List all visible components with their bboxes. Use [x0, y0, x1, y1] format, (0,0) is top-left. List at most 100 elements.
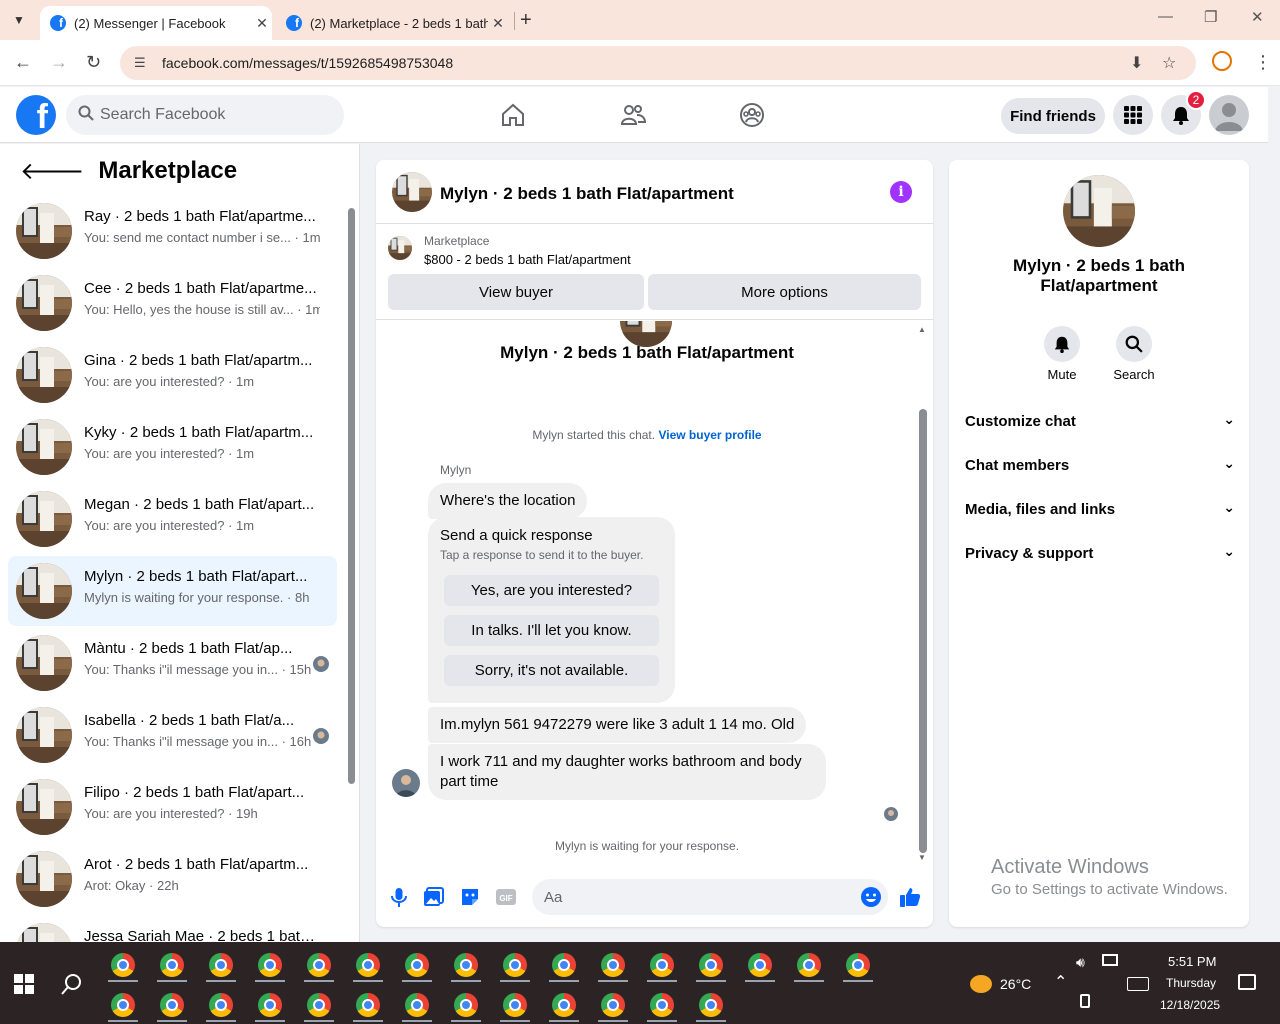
conversation-item[interactable]: Kyky · 2 beds 1 bath Flat/apartm... You: …: [8, 412, 337, 482]
like-thumb-icon[interactable]: [899, 886, 921, 908]
message-bubble[interactable]: Im.mylyn 561 9472279 were like 3 adult 1…: [428, 707, 807, 743]
chrome-taskbar-icon[interactable]: [692, 988, 730, 1022]
tab-marketplace[interactable]: f (2) Marketplace - 2 beds 1 bath ✕: [276, 6, 508, 40]
friends-icon[interactable]: [619, 101, 647, 129]
address-bar[interactable]: ☰ facebook.com/messages/t/15926854987530…: [120, 46, 1196, 80]
account-avatar[interactable]: [1209, 95, 1249, 135]
chevron-down-icon[interactable]: ⌄: [1223, 455, 1235, 472]
page-scrollbar[interactable]: [1268, 87, 1280, 942]
section-customize-chat[interactable]: Customize chat ⌄: [965, 411, 1235, 430]
section-chat-members[interactable]: Chat members ⌄: [965, 455, 1235, 474]
conversation-item[interactable]: Gina · 2 beds 1 bath Flat/apartm... You: …: [8, 340, 337, 410]
chrome-taskbar-icon[interactable]: [398, 948, 436, 982]
view-buyer-button[interactable]: View buyer: [388, 274, 644, 310]
photo-icon[interactable]: [423, 886, 445, 908]
search-icon[interactable]: [1116, 326, 1152, 362]
facebook-logo-icon[interactable]: f: [16, 95, 56, 135]
scrollbar-thumb[interactable]: [919, 409, 927, 853]
message-bubble[interactable]: Where's the location: [428, 483, 588, 519]
chrome-taskbar-icon[interactable]: [545, 988, 583, 1022]
chrome-taskbar-icon[interactable]: [594, 988, 632, 1022]
conversation-item[interactable]: Mylyn · 2 beds 1 bath Flat/apart... Mylyn…: [8, 556, 337, 626]
bookmark-star-icon[interactable]: ☆: [1162, 53, 1176, 73]
chrome-taskbar-icon[interactable]: [300, 988, 338, 1022]
chrome-taskbar-icon[interactable]: [104, 948, 142, 982]
thread-scrollbar[interactable]: ▲ ▼: [917, 321, 929, 867]
profile-icon[interactable]: [1212, 51, 1232, 71]
chevron-down-icon[interactable]: ⌄: [1223, 499, 1235, 516]
find-friends-button[interactable]: Find friends: [1001, 98, 1105, 134]
info-icon[interactable]: i: [890, 181, 912, 203]
sticker-icon[interactable]: [459, 886, 481, 908]
network-icon[interactable]: [1102, 954, 1118, 966]
weather-icon[interactable]: [970, 975, 992, 993]
chevron-down-icon[interactable]: ⌄: [1223, 543, 1235, 560]
details-avatar[interactable]: [1063, 175, 1135, 247]
restore-icon[interactable]: ❐: [1204, 8, 1217, 26]
close-window-icon[interactable]: ✕: [1251, 8, 1264, 26]
tab-search-button[interactable]: ▼: [6, 8, 32, 32]
emoji-icon[interactable]: [860, 886, 882, 908]
show-hidden-icons-icon[interactable]: ⌃: [1054, 972, 1067, 992]
browser-menu-icon[interactable]: ⋮: [1254, 52, 1272, 73]
chat-avatar[interactable]: [392, 172, 432, 212]
chrome-taskbar-icon[interactable]: [251, 948, 289, 982]
chrome-taskbar-icon[interactable]: [153, 988, 191, 1022]
chrome-taskbar-icon[interactable]: [202, 948, 240, 982]
quick-reply-button[interactable]: In talks. I'll let you know.: [444, 615, 659, 646]
conversation-scrollbar[interactable]: [347, 196, 356, 938]
quick-reply-button[interactable]: Yes, are you interested?: [444, 575, 659, 606]
chrome-taskbar-icon[interactable]: [594, 948, 632, 982]
tab-close-icon[interactable]: ✕: [488, 15, 508, 32]
conversation-item[interactable]: Arot · 2 beds 1 bath Flat/apartm... Arot:…: [8, 844, 337, 914]
scroll-down-icon[interactable]: ▼: [918, 853, 926, 862]
menu-grid-icon[interactable]: [1113, 95, 1153, 135]
chrome-taskbar-icon[interactable]: [300, 948, 338, 982]
tab-messenger[interactable]: f (2) Messenger | Facebook ✕: [40, 6, 272, 40]
install-app-icon[interactable]: ⬇: [1130, 53, 1143, 73]
new-tab-icon[interactable]: +: [520, 9, 532, 32]
chrome-taskbar-icon[interactable]: [790, 948, 828, 982]
view-buyer-profile-link[interactable]: View buyer profile: [658, 428, 761, 442]
chrome-taskbar-icon[interactable]: [643, 948, 681, 982]
search-facebook-input[interactable]: Search Facebook: [66, 95, 344, 135]
chrome-taskbar-icon[interactable]: [447, 988, 485, 1022]
listing-thumbnail[interactable]: [388, 236, 412, 260]
chevron-down-icon[interactable]: ⌄: [1223, 411, 1235, 428]
gif-icon[interactable]: GIF: [495, 886, 517, 908]
mute-action[interactable]: Mute: [1032, 326, 1092, 382]
section-media-files-links[interactable]: Media, files and links ⌄: [965, 499, 1235, 518]
chrome-taskbar-icon[interactable]: [104, 988, 142, 1022]
clock-time[interactable]: 5:51 PM: [1168, 954, 1216, 969]
volume-icon[interactable]: 🔊︎: [1076, 954, 1085, 971]
site-info-icon[interactable]: ☰: [134, 55, 154, 71]
conversation-item[interactable]: Màntu · 2 beds 1 bath Flat/ap... You: Tha…: [8, 628, 337, 698]
chrome-taskbar-icon[interactable]: [251, 988, 289, 1022]
windows-start-icon[interactable]: [14, 974, 34, 994]
chrome-taskbar-icon[interactable]: [349, 948, 387, 982]
chrome-taskbar-icon[interactable]: [741, 948, 779, 982]
voice-clip-icon[interactable]: [388, 886, 410, 908]
chrome-taskbar-icon[interactable]: [545, 948, 583, 982]
chrome-taskbar-icon[interactable]: [349, 988, 387, 1022]
back-arrow-icon[interactable]: 🡐: [20, 156, 84, 186]
chrome-taskbar-icon[interactable]: [643, 988, 681, 1022]
weather-temperature[interactable]: 26°C: [1000, 976, 1031, 992]
tab-close-icon[interactable]: ✕: [252, 15, 272, 32]
chat-title[interactable]: Mylyn · 2 beds 1 bath Flat/apartment: [440, 184, 734, 204]
quick-reply-button[interactable]: Sorry, it's not available.: [444, 655, 659, 686]
forward-icon[interactable]: →: [50, 52, 68, 73]
chrome-taskbar-icon[interactable]: [496, 988, 534, 1022]
chrome-taskbar-icon[interactable]: [153, 948, 191, 982]
notifications-center-icon[interactable]: [1238, 974, 1256, 990]
clock-day[interactable]: Thursday: [1166, 976, 1216, 990]
minimize-icon[interactable]: —: [1158, 8, 1173, 25]
scrollbar-thumb[interactable]: [348, 208, 355, 784]
message-bubble[interactable]: I work 711 and my daughter works bathroo…: [428, 744, 826, 800]
listing-price[interactable]: $800 - 2 beds 1 bath Flat/apartment: [424, 252, 631, 267]
clock-date[interactable]: 12/18/2025: [1160, 998, 1220, 1012]
device-icon[interactable]: [1080, 994, 1090, 1008]
conversation-item[interactable]: Megan · 2 beds 1 bath Flat/apart... You: …: [8, 484, 337, 554]
mute-bell-icon[interactable]: [1044, 326, 1080, 362]
chrome-taskbar-icon[interactable]: [839, 948, 877, 982]
